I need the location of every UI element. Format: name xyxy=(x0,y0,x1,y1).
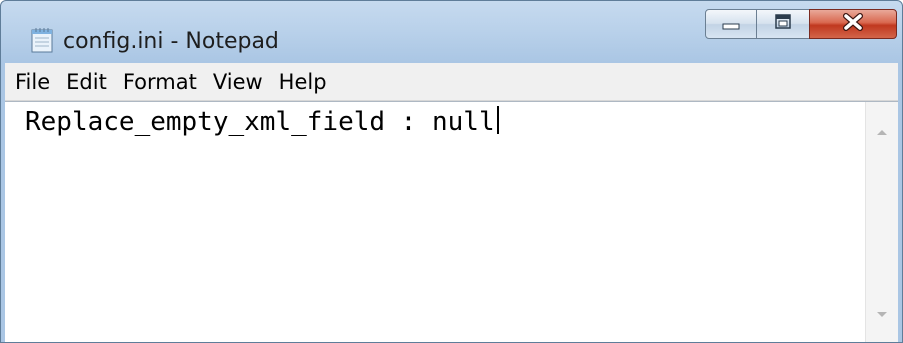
menu-file[interactable]: File xyxy=(5,63,58,101)
notepad-window: config.ini - Notepad File Edit Format Vi… xyxy=(0,0,903,343)
editor-text-line[interactable]: Replace_empty_xml_field : null xyxy=(25,104,499,140)
maximize-button[interactable] xyxy=(756,9,810,39)
close-icon xyxy=(842,13,864,35)
menu-view[interactable]: View xyxy=(205,63,271,101)
menu-edit[interactable]: Edit xyxy=(58,63,115,101)
vertical-scrollbar[interactable] xyxy=(865,102,898,342)
text-editor[interactable]: Replace_empty_xml_field : null xyxy=(5,101,898,342)
close-button[interactable] xyxy=(809,9,897,39)
scroll-down-arrow-icon[interactable] xyxy=(866,299,898,331)
minimize-button[interactable] xyxy=(705,9,757,39)
menu-help[interactable]: Help xyxy=(271,63,335,101)
text-caret xyxy=(496,106,499,134)
menu-bar: File Edit Format View Help xyxy=(5,63,898,101)
window-title: config.ini - Notepad xyxy=(63,29,279,54)
title-bar[interactable]: config.ini - Notepad xyxy=(1,1,902,63)
maximize-icon xyxy=(774,14,792,34)
minimize-icon xyxy=(722,15,740,34)
editor-content: Replace_empty_xml_field : null xyxy=(25,107,495,137)
menu-format[interactable]: Format xyxy=(115,63,205,101)
scroll-up-arrow-icon[interactable] xyxy=(866,116,898,148)
notepad-icon xyxy=(31,27,53,53)
